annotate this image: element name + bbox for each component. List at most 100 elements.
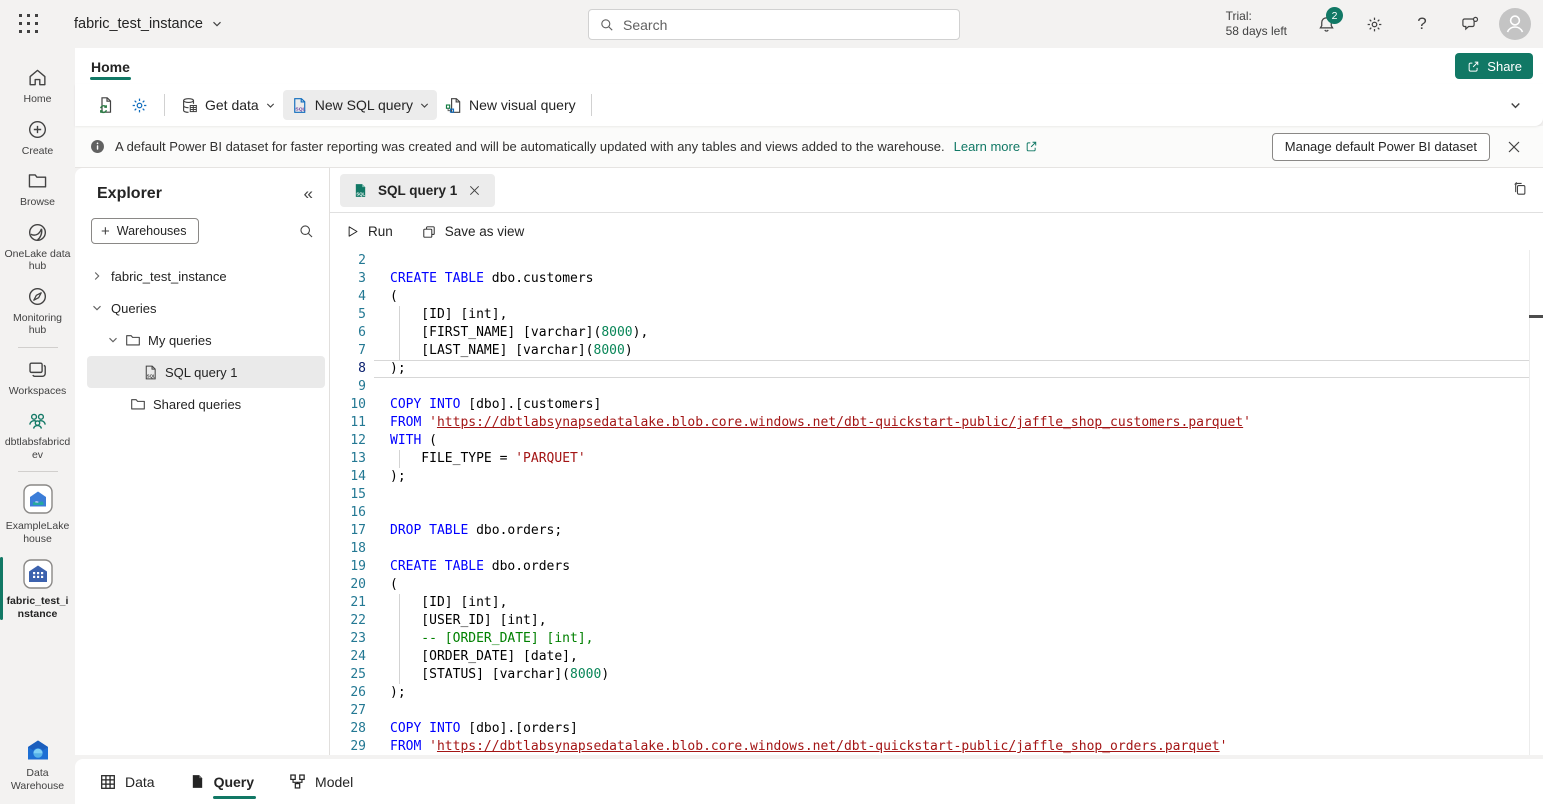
tree-item-queries[interactable]: Queries: [87, 292, 325, 324]
rail-item-data-warehouse[interactable]: Data Warehouse: [0, 731, 75, 798]
global-search[interactable]: [588, 9, 960, 40]
code-line-10[interactable]: 10COPY INTO [dbo].[customers]: [330, 396, 1529, 414]
code-line-25[interactable]: 25 [STATUS] [varchar](8000): [330, 666, 1529, 684]
feedback-button[interactable]: [1451, 5, 1489, 43]
rail-item-monitoring-hub[interactable]: Monitoring hub: [0, 279, 75, 343]
copy-button[interactable]: [1511, 180, 1529, 198]
code-line-7[interactable]: 7 [LAST_NAME] [varchar](8000): [330, 342, 1529, 360]
tree-item-sql-query-1[interactable]: SQLSQL query 1: [87, 356, 325, 388]
code-line-5[interactable]: 5 [ID] [int],: [330, 306, 1529, 324]
code-line-3[interactable]: 3CREATE TABLE dbo.customers: [330, 270, 1529, 288]
tree-item-label: My queries: [148, 333, 212, 348]
add-warehouses-button[interactable]: + Warehouses: [91, 218, 199, 244]
code-line-11[interactable]: 11FROM 'https://dbtlabsynapsedatalake.bl…: [330, 414, 1529, 432]
code-line-28[interactable]: 28COPY INTO [dbo].[orders]: [330, 720, 1529, 738]
run-button[interactable]: Run: [345, 224, 393, 239]
code-line-2[interactable]: 2: [330, 252, 1529, 270]
code-line-29[interactable]: 29FROM 'https://dbtlabsynapsedatalake.bl…: [330, 738, 1529, 755]
refresh-button[interactable]: [89, 90, 123, 120]
chevron-down-icon[interactable]: [91, 302, 103, 314]
chevron-right-icon[interactable]: [91, 270, 103, 282]
rail-item-workspaces[interactable]: Workspaces: [0, 352, 75, 404]
collapse-pane-icon[interactable]: «: [304, 184, 313, 204]
line-content: [366, 540, 390, 558]
code-line-6[interactable]: 6 [FIRST_NAME] [varchar](8000),: [330, 324, 1529, 342]
app-launcher-icon[interactable]: [6, 0, 52, 48]
account-avatar[interactable]: [1499, 8, 1531, 40]
code-line-20[interactable]: 20(: [330, 576, 1529, 594]
rail-item-dbtlabsfabricdev[interactable]: dbtlabsfabricdev: [0, 403, 75, 467]
manage-dataset-button[interactable]: Manage default Power BI dataset: [1272, 133, 1490, 161]
code-line-19[interactable]: 19CREATE TABLE dbo.orders: [330, 558, 1529, 576]
rail-divider: [18, 471, 58, 472]
sqlfile-icon: SQL: [142, 364, 159, 381]
tree-item-label: Shared queries: [153, 397, 241, 412]
share-button[interactable]: Share: [1455, 53, 1533, 79]
toolbar-collapse-button[interactable]: [1502, 90, 1529, 120]
line-number: 5: [330, 306, 366, 324]
view-tab-model[interactable]: Model: [288, 759, 353, 804]
learn-more-link[interactable]: Learn more: [954, 139, 1038, 154]
tab-home[interactable]: Home: [82, 53, 139, 79]
indent-guide: [399, 594, 400, 612]
rail-divider: [18, 347, 58, 348]
line-number: 6: [330, 324, 366, 342]
code-line-8[interactable]: 8);: [330, 360, 1529, 378]
line-content: CREATE TABLE dbo.orders: [366, 558, 570, 576]
current-line-highlight: [374, 360, 1529, 378]
code-line-21[interactable]: 21 [ID] [int],: [330, 594, 1529, 612]
code-line-15[interactable]: 15: [330, 486, 1529, 504]
rail-item-create[interactable]: Create: [0, 112, 75, 164]
settings-button[interactable]: [1355, 5, 1393, 43]
trial-status: Trial: 58 days left: [1226, 9, 1287, 39]
rail-item-browse[interactable]: Browse: [0, 163, 75, 215]
new-visual-query-button[interactable]: New visual query: [437, 90, 583, 120]
settings-toolbar-button[interactable]: [123, 90, 156, 120]
code-line-22[interactable]: 22 [USER_ID] [int],: [330, 612, 1529, 630]
help-button[interactable]: ?: [1403, 5, 1441, 43]
rail-item-examplelakehouse[interactable]: ≈ExampleLakehouse: [0, 476, 75, 551]
line-number: 7: [330, 342, 366, 360]
code-line-23[interactable]: 23 -- [ORDER_DATE] [int],: [330, 630, 1529, 648]
editor-overview-ruler[interactable]: [1529, 250, 1543, 755]
rail-item-onelake-data-hub[interactable]: OneLake data hub: [0, 215, 75, 279]
code-line-24[interactable]: 24 [ORDER_DATE] [date],: [330, 648, 1529, 666]
people-icon: [26, 409, 49, 432]
rail-item-home[interactable]: Home: [0, 60, 75, 112]
code-line-12[interactable]: 12WITH (: [330, 432, 1529, 450]
line-content: -- [ORDER_DATE] [int],: [366, 630, 594, 648]
workspace-switcher[interactable]: fabric_test_instance: [74, 16, 223, 32]
code-line-14[interactable]: 14);: [330, 468, 1529, 486]
code-line-27[interactable]: 27: [330, 702, 1529, 720]
search-input[interactable]: [623, 17, 949, 33]
banner-dismiss-button[interactable]: [1499, 132, 1529, 162]
view-tab-query[interactable]: Query: [189, 759, 254, 804]
code-line-4[interactable]: 4(: [330, 288, 1529, 306]
tree-item-fabric-test-instance[interactable]: fabric_test_instance: [87, 260, 325, 292]
view-tab-data[interactable]: Data: [99, 759, 155, 804]
tree-item-my-queries[interactable]: My queries: [87, 324, 325, 356]
code-line-9[interactable]: 9: [330, 378, 1529, 396]
line-content: WITH (: [366, 432, 437, 450]
chevron-down-icon[interactable]: [107, 334, 119, 346]
code-line-13[interactable]: 13 FILE_TYPE = 'PARQUET': [330, 450, 1529, 468]
rail-item-fabric-test-instance[interactable]: fabric_test_instance: [0, 551, 75, 626]
browse-icon: [26, 169, 49, 192]
save-as-view-button[interactable]: Save as view: [421, 224, 525, 240]
code-line-17[interactable]: 17DROP TABLE dbo.orders;: [330, 522, 1529, 540]
code-line-18[interactable]: 18: [330, 540, 1529, 558]
close-tab-button[interactable]: [466, 182, 483, 199]
querydoc-icon: [189, 773, 206, 790]
grid-icon: [99, 773, 117, 791]
notifications-button[interactable]: 2: [1307, 5, 1345, 43]
code-line-26[interactable]: 26);: [330, 684, 1529, 702]
sql-code-editor[interactable]: 23CREATE TABLE dbo.customers4(5 [ID] [in…: [330, 250, 1543, 755]
gear-icon: [1365, 15, 1384, 34]
new-sql-query-button[interactable]: SQL New SQL query: [283, 90, 437, 120]
tab-sql-query-1[interactable]: SQL SQL query 1: [340, 174, 495, 207]
explorer-search-icon[interactable]: [298, 223, 315, 240]
chevron-down-icon: [1509, 99, 1522, 112]
code-line-16[interactable]: 16: [330, 504, 1529, 522]
get-data-button[interactable]: Get data: [173, 90, 283, 120]
tree-item-shared-queries[interactable]: Shared queries: [87, 388, 325, 420]
